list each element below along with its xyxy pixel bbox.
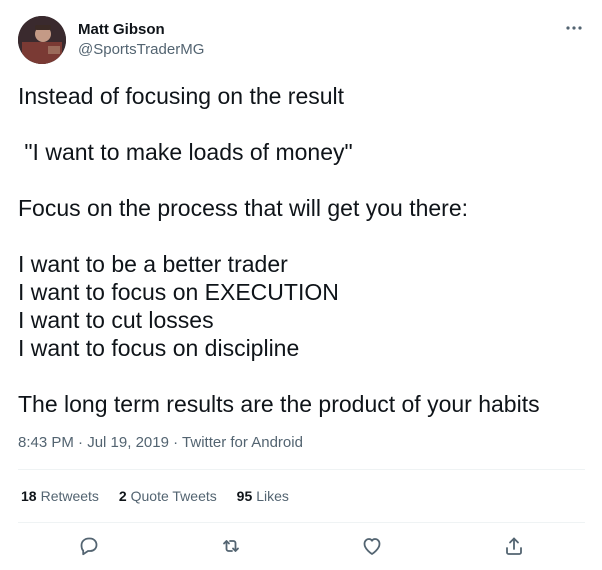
likes-count: 95: [236, 488, 253, 504]
quote-tweets-label: Quote Tweets: [130, 488, 217, 504]
retweet-icon[interactable]: [219, 534, 243, 558]
likes-stat[interactable]: 95 Likes: [237, 486, 289, 506]
tweet-stats: 18 Retweets 2 Quote Tweets 95 Likes: [21, 486, 305, 506]
like-icon[interactable]: [360, 534, 384, 558]
author-name[interactable]: Matt Gibson: [78, 20, 165, 40]
author-handle[interactable]: @SportsTraderMG: [78, 40, 204, 60]
likes-label: Likes: [256, 488, 289, 504]
divider: [18, 469, 585, 470]
more-icon[interactable]: [562, 16, 586, 40]
meta-separator: ·: [78, 434, 84, 451]
quote-tweets-count: 2: [118, 488, 127, 504]
share-icon[interactable]: [502, 534, 526, 558]
quote-tweets-stat[interactable]: 2 Quote Tweets: [119, 486, 217, 506]
reply-icon[interactable]: [77, 534, 101, 558]
tweet-metadata: 8:43 PM · Jul 19, 2019 · Twitter for And…: [18, 433, 303, 453]
avatar[interactable]: [18, 16, 66, 64]
tweet-card: Matt Gibson @SportsTraderMG Instead of f…: [0, 0, 602, 570]
divider: [18, 522, 585, 523]
tweet-date[interactable]: Jul 19, 2019: [87, 434, 169, 451]
avatar-image: [18, 16, 66, 64]
retweets-count: 18: [21, 488, 37, 504]
meta-separator: ·: [173, 434, 179, 451]
retweets-label: Retweets: [40, 488, 99, 504]
tweet-source[interactable]: Twitter for Android: [182, 434, 303, 451]
tweet-text: Instead of focusing on the result "I wan…: [18, 83, 540, 417]
retweets-stat[interactable]: 18 Retweets: [21, 486, 99, 506]
tweet-time[interactable]: 8:43 PM: [18, 434, 74, 451]
